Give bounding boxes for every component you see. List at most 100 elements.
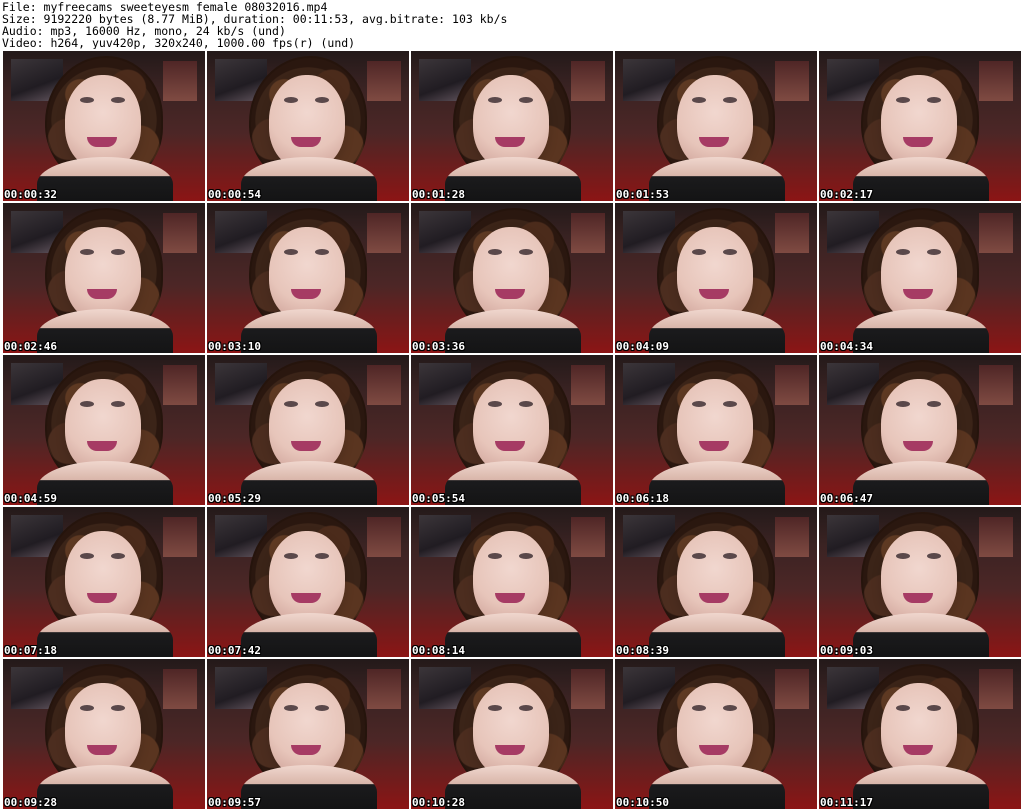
- room-poster: [979, 213, 1013, 253]
- left-eye: [488, 249, 502, 255]
- thumbnail-timestamp: 00:01:28: [412, 188, 465, 201]
- face-shape: [269, 531, 345, 625]
- right-eye: [927, 401, 941, 407]
- thumbnail-25[interactable]: 00:11:17: [819, 659, 1021, 809]
- video-info-line: Video: h264, yuv420p, 320x240, 1000.00 f…: [2, 37, 356, 49]
- thumbnail-timestamp: 00:02:46: [4, 340, 57, 353]
- thumbnail-7[interactable]: 00:03:10: [207, 203, 409, 353]
- thumbnail-16[interactable]: 00:07:18: [3, 507, 205, 657]
- right-eye: [927, 249, 941, 255]
- thumbnail-22[interactable]: 00:09:57: [207, 659, 409, 809]
- face-shape: [473, 379, 549, 473]
- room-poster: [571, 517, 605, 557]
- left-eye: [896, 249, 910, 255]
- right-eye: [111, 249, 125, 255]
- right-eye: [111, 553, 125, 559]
- left-eye: [488, 553, 502, 559]
- left-eye: [692, 97, 706, 103]
- thumbnail-timestamp: 00:00:54: [208, 188, 261, 201]
- face-shape: [65, 531, 141, 625]
- left-eye: [284, 705, 298, 711]
- thumbnail-timestamp: 00:05:29: [208, 492, 261, 505]
- thumbnail-18[interactable]: 00:08:14: [411, 507, 613, 657]
- room-poster: [163, 213, 197, 253]
- file-size-line: Size: 9192220 bytes (8.77 MiB), duration…: [2, 13, 508, 25]
- thumbnail-8[interactable]: 00:03:36: [411, 203, 613, 353]
- face-shape: [473, 75, 549, 169]
- thumbnail-5[interactable]: 00:02:17: [819, 51, 1021, 201]
- left-eye: [896, 705, 910, 711]
- file-name-line: File: myfreecams_sweeteyesm_female_08032…: [2, 1, 328, 13]
- room-poster: [775, 669, 809, 709]
- thumbnail-timestamp: 00:05:54: [412, 492, 465, 505]
- room-poster: [163, 61, 197, 101]
- thumbnail-12[interactable]: 00:05:29: [207, 355, 409, 505]
- thumbnail-timestamp: 00:00:32: [4, 188, 57, 201]
- left-eye: [80, 249, 94, 255]
- right-eye: [519, 401, 533, 407]
- right-eye: [723, 553, 737, 559]
- file-info-header: File: myfreecams_sweeteyesm_female_08032…: [2, 1, 1022, 49]
- thumbnail-20[interactable]: 00:09:03: [819, 507, 1021, 657]
- room-poster: [367, 365, 401, 405]
- room-poster: [775, 213, 809, 253]
- left-eye: [488, 401, 502, 407]
- right-eye: [519, 97, 533, 103]
- thumbnail-6[interactable]: 00:02:46: [3, 203, 205, 353]
- face-shape: [677, 75, 753, 169]
- thumbnail-9[interactable]: 00:04:09: [615, 203, 817, 353]
- thumbnail-timestamp: 00:03:10: [208, 340, 261, 353]
- thumbnail-1[interactable]: 00:00:32: [3, 51, 205, 201]
- thumbnail-timestamp: 00:02:17: [820, 188, 873, 201]
- right-eye: [315, 97, 329, 103]
- room-poster: [163, 365, 197, 405]
- thumbnail-4[interactable]: 00:01:53: [615, 51, 817, 201]
- room-poster: [571, 61, 605, 101]
- thumbnail-timestamp: 00:01:53: [616, 188, 669, 201]
- thumbnail-19[interactable]: 00:08:39: [615, 507, 817, 657]
- room-poster: [979, 669, 1013, 709]
- right-eye: [519, 705, 533, 711]
- right-eye: [519, 553, 533, 559]
- left-eye: [284, 97, 298, 103]
- face-shape: [881, 75, 957, 169]
- thumbnail-24[interactable]: 00:10:50: [615, 659, 817, 809]
- thumbnail-13[interactable]: 00:05:54: [411, 355, 613, 505]
- left-eye: [692, 249, 706, 255]
- thumbnail-21[interactable]: 00:09:28: [3, 659, 205, 809]
- right-eye: [315, 249, 329, 255]
- room-poster: [163, 517, 197, 557]
- right-eye: [927, 705, 941, 711]
- room-poster: [367, 517, 401, 557]
- audio-info-line: Audio: mp3, 16000 Hz, mono, 24 kb/s (und…: [2, 25, 286, 37]
- left-eye: [284, 401, 298, 407]
- face-shape: [473, 683, 549, 777]
- thumbnail-11[interactable]: 00:04:59: [3, 355, 205, 505]
- face-shape: [65, 227, 141, 321]
- thumbnail-2[interactable]: 00:00:54: [207, 51, 409, 201]
- right-eye: [315, 705, 329, 711]
- thumbnail-timestamp: 00:10:50: [616, 796, 669, 809]
- face-shape: [65, 379, 141, 473]
- left-eye: [896, 401, 910, 407]
- left-eye: [896, 553, 910, 559]
- left-eye: [692, 553, 706, 559]
- thumbnail-timestamp: 00:06:18: [616, 492, 669, 505]
- thumbnail-timestamp: 00:04:34: [820, 340, 873, 353]
- room-poster: [367, 213, 401, 253]
- room-poster: [571, 669, 605, 709]
- room-poster: [775, 61, 809, 101]
- thumbnail-23[interactable]: 00:10:28: [411, 659, 613, 809]
- thumbnail-17[interactable]: 00:07:42: [207, 507, 409, 657]
- thumbnail-3[interactable]: 00:01:28: [411, 51, 613, 201]
- face-shape: [677, 531, 753, 625]
- thumbnail-14[interactable]: 00:06:18: [615, 355, 817, 505]
- left-eye: [284, 249, 298, 255]
- thumbnail-grid: 00:00:32 00:00:54 00:01:28 00:01:53 00:0…: [3, 51, 1023, 811]
- thumbnail-10[interactable]: 00:04:34: [819, 203, 1021, 353]
- face-shape: [473, 531, 549, 625]
- face-shape: [269, 227, 345, 321]
- thumbnail-15[interactable]: 00:06:47: [819, 355, 1021, 505]
- face-shape: [881, 683, 957, 777]
- thumbnail-timestamp: 00:09:57: [208, 796, 261, 809]
